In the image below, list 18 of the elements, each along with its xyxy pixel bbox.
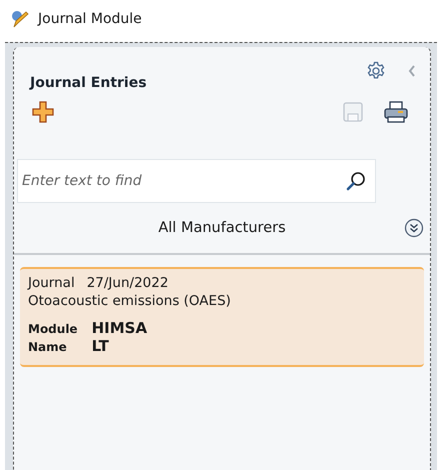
entry-type: Journal (28, 275, 75, 291)
printer-icon[interactable] (384, 101, 408, 123)
expand-icon[interactable] (404, 218, 424, 238)
filter-label[interactable]: All Manufacturers (158, 220, 286, 236)
panel-title: Journal Entries (30, 75, 147, 91)
field-value: HIMSA (92, 319, 148, 337)
field-value: LT (92, 337, 110, 355)
search-field[interactable]: Enter text to find (17, 159, 376, 203)
field-label: Name (28, 340, 68, 354)
add-icon[interactable] (32, 101, 54, 123)
app-icon (10, 9, 30, 29)
journal-entry-card[interactable]: Journal 27/Jun/2022 Otoacoustic emissions (OAES) Module HIMSA Name LT (20, 267, 424, 367)
entry-date: 27/Jun/2022 (86, 275, 168, 291)
settings-icon[interactable] (366, 61, 386, 81)
entry-description: Otoacoustic emissions (OAES) (28, 293, 232, 309)
field-label: Module (28, 322, 78, 336)
window-title: Journal Module (38, 11, 142, 27)
search-icon[interactable] (346, 171, 366, 191)
